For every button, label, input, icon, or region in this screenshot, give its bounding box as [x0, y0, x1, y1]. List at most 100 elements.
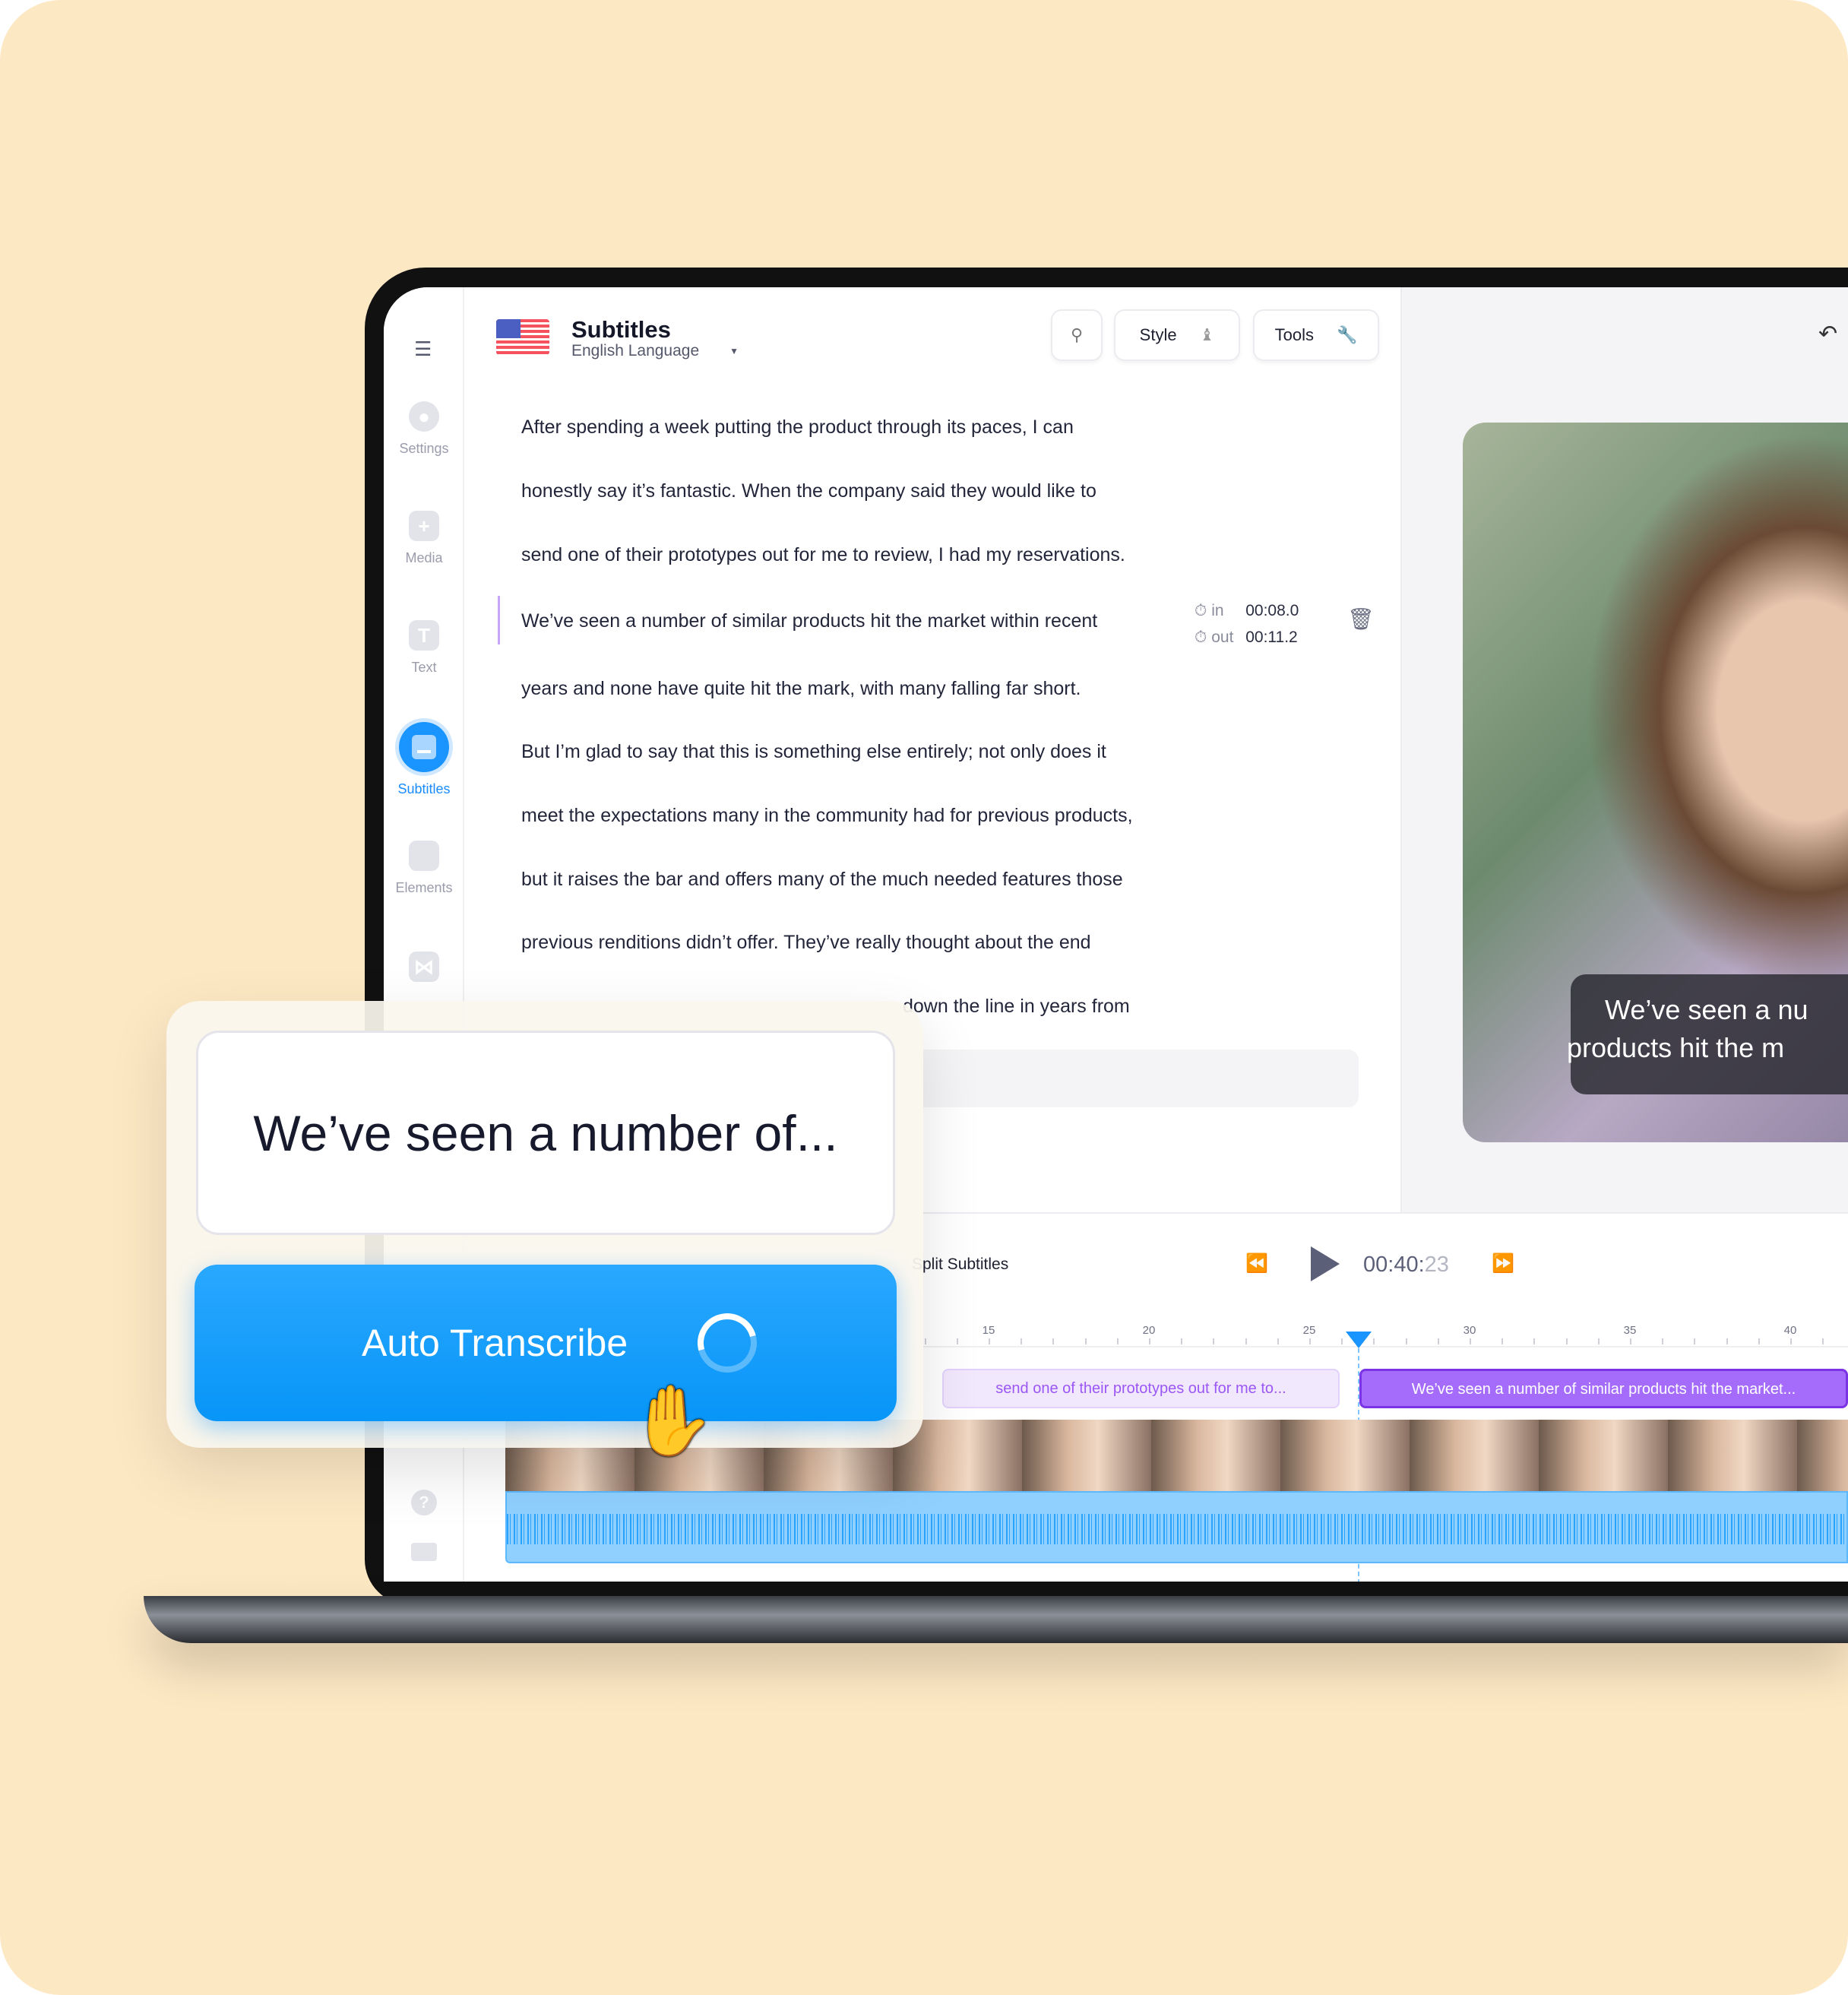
- sidebar-item-label: Settings: [399, 441, 449, 456]
- search-button[interactable]: ⚲: [1051, 309, 1103, 361]
- sidebar-item-media[interactable]: + Media: [384, 511, 464, 566]
- out-label: out: [1211, 629, 1234, 646]
- auto-transcribe-card: We’ve seen a number of... Auto Transcrib…: [166, 1001, 923, 1459]
- trash-icon[interactable]: 🗑: [1347, 606, 1375, 632]
- style-button[interactable]: Style ♝: [1114, 309, 1240, 361]
- tick-mark: [1437, 1338, 1439, 1344]
- tick-mark: [956, 1338, 958, 1344]
- caption-line: We’ve seen a nu: [1605, 994, 1808, 1025]
- transcript-line[interactable]: But I’m glad to say that this is somethi…: [521, 741, 1106, 763]
- tick-mark: [1277, 1338, 1279, 1344]
- sidebar-item-label: Media: [405, 550, 443, 565]
- tick-mark: [1405, 1338, 1407, 1344]
- plus-icon: +: [409, 511, 439, 541]
- tick-mark: [1181, 1338, 1183, 1344]
- undo-icon[interactable]: ↶: [1818, 321, 1837, 347]
- tick-mark: [1502, 1338, 1504, 1344]
- play-icon[interactable]: [1311, 1246, 1340, 1281]
- sidebar-item-subtitles[interactable]: Subtitles: [384, 722, 464, 797]
- language-label: English Language: [571, 342, 700, 359]
- search-icon: ⚲: [1070, 325, 1084, 344]
- language-dropdown[interactable]: English Language ▼: [571, 342, 739, 360]
- transcript-line[interactable]: but it raises the bar and offers many of…: [521, 869, 1123, 891]
- settings-icon: ●: [409, 401, 439, 432]
- transcript-preview: We’ve seen a number of...: [196, 1031, 895, 1235]
- subtitle-clip[interactable]: send one of their prototypes out for me …: [942, 1369, 1340, 1408]
- tick-label: 30: [1463, 1324, 1476, 1337]
- tick-mark: [1597, 1338, 1600, 1344]
- tick-mark: [989, 1338, 990, 1344]
- time-frames: 23: [1424, 1252, 1449, 1277]
- transitions-icon: ⋈: [409, 952, 439, 982]
- transcript-line[interactable]: meet the expectations many in the commun…: [521, 805, 1133, 827]
- tick-mark: [1052, 1338, 1055, 1344]
- tick-mark: [1470, 1338, 1471, 1344]
- transcript-line[interactable]: previous renditions didn’t offer. They’v…: [521, 932, 1091, 954]
- fast-forward-icon[interactable]: ⏩: [1492, 1252, 1514, 1275]
- rewind-icon[interactable]: ⏪: [1245, 1252, 1268, 1275]
- subtitles-icon: [399, 722, 449, 772]
- audio-waveform[interactable]: [505, 1491, 1848, 1563]
- tools-label: Tools: [1274, 325, 1314, 344]
- tick-mark: [1758, 1338, 1760, 1344]
- tick-mark: [924, 1338, 926, 1344]
- transcript-line-selected[interactable]: We’ve seen a number of similar products …: [521, 610, 1097, 632]
- tick-label: 15: [982, 1324, 995, 1337]
- transcript-line[interactable]: honestly say it’s fantastic. When the co…: [521, 480, 1096, 502]
- sidebar-item-transitions[interactable]: ⋈: [384, 952, 464, 991]
- transcript-line[interactable]: send one of their prototypes out for me …: [521, 544, 1125, 566]
- chevron-down-icon: ▼: [729, 346, 739, 356]
- tick-mark: [1533, 1338, 1536, 1344]
- tick-mark: [1149, 1338, 1150, 1344]
- tick-mark: [1245, 1338, 1247, 1344]
- hand-cursor-icon: ✋: [630, 1383, 716, 1459]
- in-label: in: [1211, 602, 1224, 619]
- sidebar-item-label: Text: [411, 660, 437, 675]
- button-label: Auto Transcribe: [362, 1322, 628, 1364]
- tick-mark: [1790, 1338, 1792, 1344]
- subtitle-clip-selected[interactable]: We’ve seen a number of similar products …: [1359, 1369, 1848, 1408]
- loading-spinner-icon: [686, 1302, 768, 1384]
- tick-mark: [1341, 1338, 1343, 1344]
- paint-bucket-icon: ♝: [1199, 325, 1215, 344]
- split-subtitles-button[interactable]: Split Subtitles: [912, 1256, 1008, 1274]
- time-main: 00:40:: [1363, 1252, 1425, 1277]
- auto-transcribe-button[interactable]: Auto Transcribe: [195, 1265, 897, 1421]
- sidebar-item-text[interactable]: T Text: [384, 620, 464, 676]
- out-time[interactable]: 00:11.2: [1245, 629, 1298, 646]
- help-icon[interactable]: ?: [411, 1490, 437, 1515]
- tick-mark: [1021, 1338, 1023, 1344]
- timer-icon: ⏱: [1195, 602, 1207, 619]
- caption-line: products hit the m: [1567, 1032, 1785, 1063]
- tick-mark: [1662, 1338, 1664, 1344]
- background: ☰ ● Settings + Media T Text Subtitles Eleme…: [0, 0, 1848, 1995]
- tick-label: 35: [1623, 1324, 1637, 1337]
- tick-mark: [1630, 1338, 1631, 1344]
- in-time[interactable]: 00:08.0: [1245, 602, 1299, 619]
- keyboard-icon[interactable]: [411, 1543, 437, 1561]
- sidebar-item-settings[interactable]: ● Settings: [384, 401, 464, 457]
- timer-icon: ⏱: [1195, 629, 1207, 646]
- tick-mark: [1084, 1338, 1087, 1344]
- playhead[interactable]: [1346, 1332, 1372, 1348]
- menu-icon[interactable]: ☰: [414, 337, 432, 361]
- us-flag-icon: [496, 319, 549, 355]
- transcript-line[interactable]: years and none have quite hit the mark, …: [521, 678, 1081, 700]
- tick-label: 25: [1302, 1324, 1316, 1337]
- page-title: Subtitles: [571, 316, 671, 343]
- elements-icon: [409, 841, 439, 871]
- tick-mark: [1213, 1338, 1215, 1344]
- tools-button[interactable]: Tools 🔧: [1253, 309, 1379, 361]
- laptop-base: [144, 1596, 1848, 1643]
- sidebar-item-elements[interactable]: Elements: [384, 841, 464, 896]
- tick-mark: [1309, 1338, 1311, 1344]
- tick-label: 20: [1142, 1324, 1156, 1337]
- wrench-icon: 🔧: [1336, 325, 1358, 344]
- transcript-line[interactable]: down the line in years from: [903, 996, 1130, 1018]
- tick-mark: [1694, 1338, 1696, 1344]
- tick-mark: [1565, 1338, 1568, 1344]
- text-icon: T: [409, 620, 439, 651]
- selected-line-marker: [498, 596, 500, 644]
- transcript-line[interactable]: After spending a week putting the produc…: [521, 416, 1074, 439]
- tick-mark: [1373, 1338, 1375, 1344]
